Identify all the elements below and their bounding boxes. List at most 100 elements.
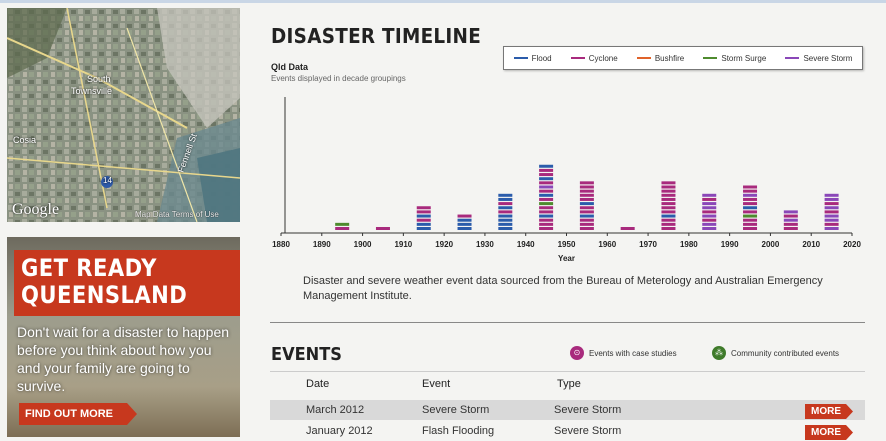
event-bar-segment	[743, 185, 758, 189]
event-bar-segment	[498, 227, 513, 230]
community-icon: ⁂	[712, 346, 726, 360]
event-type: Severe Storm	[554, 425, 622, 437]
event-bar-segment	[498, 214, 513, 218]
disaster-timeline-chart: 1880 1890 1900 1910 1920 1930 1940 1950 1960 1970…	[272, 97, 861, 263]
event-bar-segment	[498, 193, 513, 197]
event-bar-segment	[661, 227, 676, 230]
more-button[interactable]: MORE	[805, 404, 853, 419]
x-tick-label: 1970	[639, 240, 657, 249]
key-case-studies: ⊙ Events with case studies	[570, 346, 677, 360]
event-bar-segment	[783, 227, 798, 230]
legend-item-severe-storm[interactable]: Severe Storm	[785, 54, 852, 63]
x-axis-title: Year	[558, 254, 575, 263]
legend-label: Cyclone	[588, 53, 618, 63]
event-bar-segment	[824, 214, 839, 218]
event-bar-segment	[539, 197, 554, 201]
event-bar-segment	[783, 210, 798, 214]
event-bar-segment	[661, 214, 676, 218]
event-bar-segment	[824, 210, 839, 214]
event-bar-segment	[824, 227, 839, 230]
event-bar-segment	[824, 193, 839, 197]
section-divider	[270, 322, 865, 323]
x-tick-label: 2020	[843, 240, 861, 249]
legend-item-cyclone[interactable]: Cyclone	[570, 53, 618, 63]
event-bar-segment	[579, 193, 594, 197]
column-header-date[interactable]: Date	[306, 378, 329, 390]
event-bar-segment	[539, 218, 554, 222]
x-tick-label: 1980	[680, 240, 698, 249]
event-bar-segment	[743, 222, 758, 226]
event-bar-segment	[579, 222, 594, 226]
event-bar-segment	[579, 227, 594, 230]
event-bar-segment	[702, 206, 717, 210]
event-date: January 2012	[306, 425, 373, 437]
satellite-map[interactable]: South Townsville Cosia Fennell St 14 Goo…	[7, 8, 240, 222]
x-tick-label: 2010	[802, 240, 820, 249]
table-row[interactable]: March 2012 Severe Storm Severe Storm MOR…	[270, 400, 865, 420]
event-bar-segment	[702, 214, 717, 218]
table-row[interactable]: January 2012 Flash Flooding Severe Storm…	[270, 421, 865, 441]
event-bar-segment	[539, 202, 554, 206]
event-bar-segment	[824, 218, 839, 222]
x-tick-label: 1910	[394, 240, 412, 249]
legend-swatch	[570, 57, 585, 59]
event-bar-segment	[661, 210, 676, 214]
event-bar-segment	[539, 173, 554, 177]
key-label: Events with case studies	[589, 348, 677, 358]
legend-swatch	[513, 57, 528, 59]
x-tick-label: 1900	[354, 240, 372, 249]
x-tick-label: 1940	[517, 240, 535, 249]
event-bar-segment	[824, 202, 839, 206]
more-button[interactable]: MORE	[805, 425, 853, 440]
dataset-label: Qld Data	[271, 62, 309, 72]
event-bar-segment	[824, 206, 839, 210]
event-bar-segment	[743, 193, 758, 197]
event-bar-segment	[498, 210, 513, 214]
x-tick-label: 1930	[476, 240, 494, 249]
legend-item-bushfire[interactable]: Bushfire	[636, 54, 684, 63]
event-bar-segment	[579, 206, 594, 210]
event-bar-segment	[702, 193, 717, 197]
event-bar-segment	[702, 202, 717, 206]
event-bar-segment	[743, 197, 758, 201]
x-tick-label: 1890	[313, 240, 331, 249]
event-bar-segment	[335, 222, 350, 226]
legend-label: Flood	[531, 53, 552, 63]
event-bar-segment	[661, 222, 676, 226]
event-bar-segment	[661, 193, 676, 197]
event-bar-segment	[416, 206, 431, 210]
event-bar-segment	[539, 193, 554, 197]
event-bar-segment	[457, 227, 472, 230]
legend-item-storm-surge[interactable]: Storm Surge	[703, 54, 766, 63]
event-bar-segment	[579, 181, 594, 185]
event-bar-segment	[579, 189, 594, 193]
route-shield-label: 14	[103, 176, 112, 185]
column-header-type[interactable]: Type	[557, 378, 581, 390]
get-ready-promo[interactable]: GET READY QUEENSLAND Don't wait for a di…	[7, 237, 240, 437]
event-bar-segment	[702, 218, 717, 222]
map-terms-link[interactable]: Map Data Terms of Use	[135, 210, 219, 219]
event-name: Flash Flooding	[422, 425, 495, 437]
key-label: Community contributed events	[731, 348, 840, 358]
x-tick-label: 1880	[272, 240, 290, 249]
event-bar-segment	[579, 210, 594, 214]
event-bar-segment	[661, 185, 676, 189]
find-out-more-button[interactable]: FIND OUT MORE	[19, 403, 137, 425]
event-bar-segment	[783, 222, 798, 226]
legend-item-flood[interactable]: Flood	[513, 53, 552, 63]
map-imagery	[7, 8, 240, 222]
event-bar-segment	[539, 206, 554, 210]
event-bar-segment	[416, 222, 431, 226]
event-bar-segment	[579, 218, 594, 222]
map-label: Townsville	[71, 86, 113, 96]
event-bar-segment	[661, 197, 676, 201]
event-type: Severe Storm	[554, 404, 622, 416]
map-label: South	[87, 74, 111, 84]
event-bar-segment	[702, 227, 717, 230]
column-header-event[interactable]: Event	[422, 378, 450, 390]
event-bar-segment	[743, 206, 758, 210]
event-bar-segment	[498, 218, 513, 222]
event-bar-segment	[498, 222, 513, 226]
event-bar-segment	[743, 210, 758, 214]
event-bar-segment	[539, 222, 554, 226]
